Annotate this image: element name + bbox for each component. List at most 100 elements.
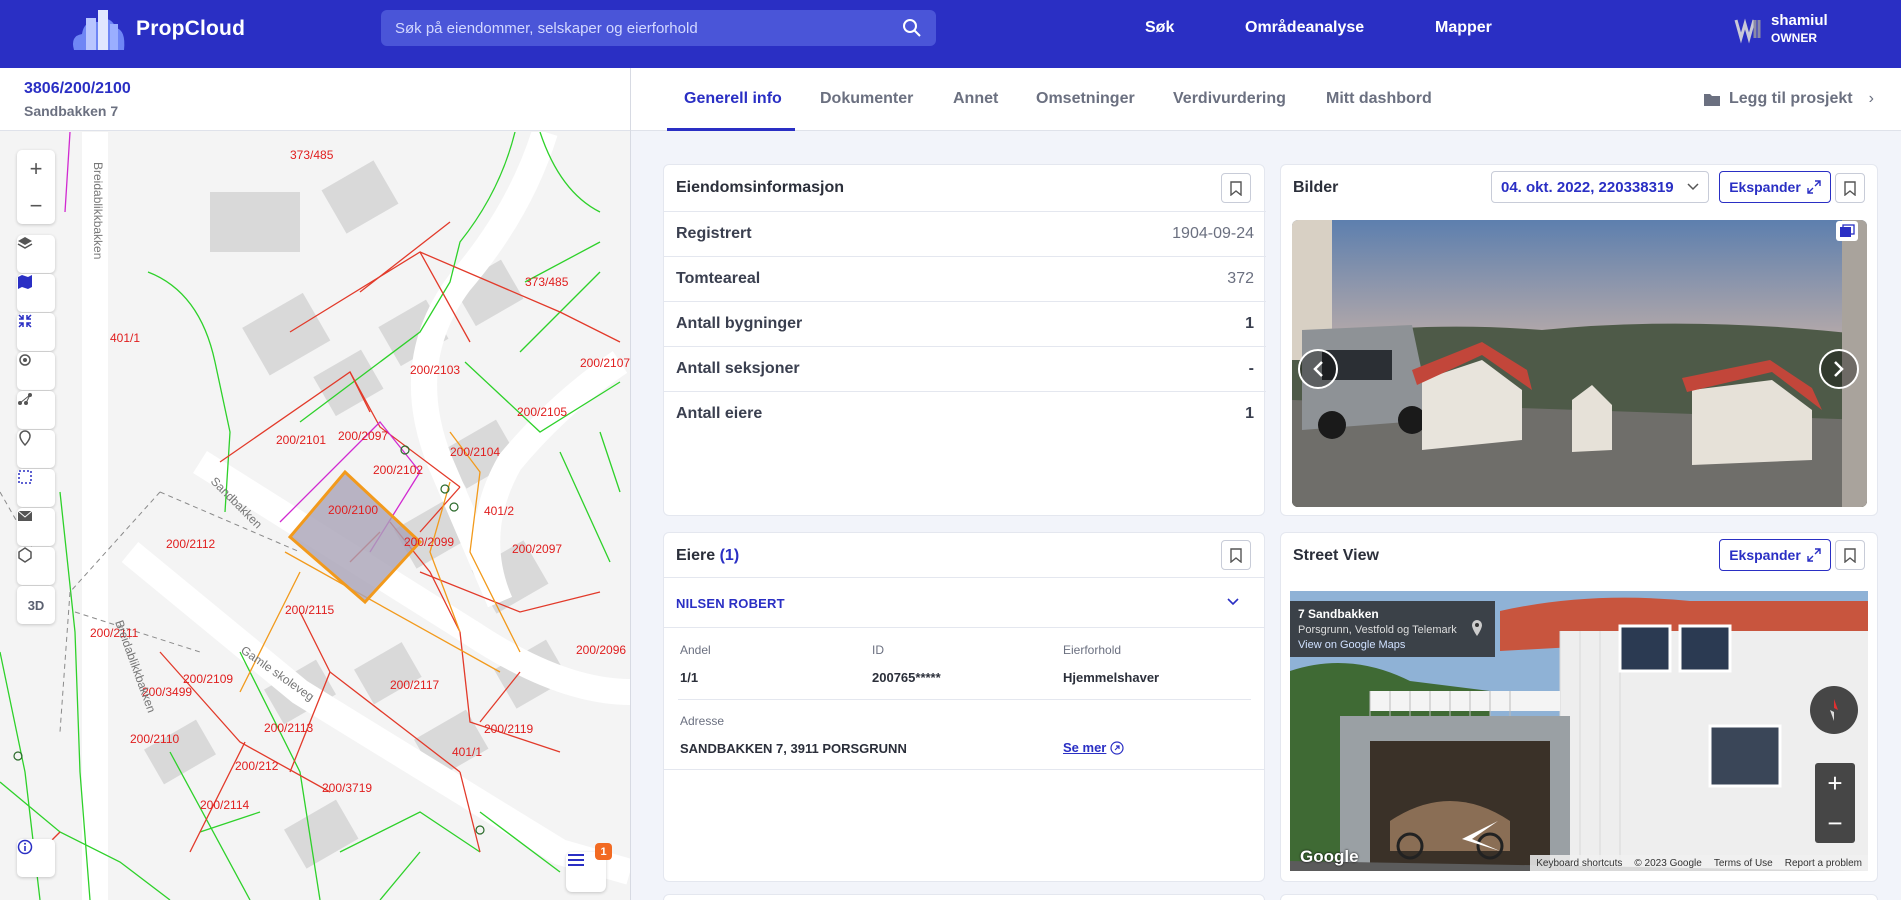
street-view-panorama[interactable]: 7 Sandbakken Porsgrunn, Vestfold og Tele… — [1290, 591, 1868, 871]
address-label: Adresse — [680, 714, 725, 728]
chevron-down-icon — [1687, 183, 1699, 191]
brand[interactable]: PropCloud — [70, 6, 245, 52]
map-canvas[interactable]: 373/485 373/485 401/1 200/2103 200/2107 … — [0, 132, 630, 900]
expand-icon — [1807, 180, 1821, 194]
pin-icon[interactable] — [17, 430, 55, 468]
report-problem-link[interactable]: Report a problem — [1785, 858, 1862, 869]
info-row: Antall eiere 1 — [664, 391, 1266, 436]
active-tab-indicator — [667, 128, 795, 131]
cadastral-map[interactable]: 373/485 373/485 401/1 200/2103 200/2107 … — [0, 132, 630, 900]
copyright-text: © 2023 Google — [1634, 857, 1702, 869]
tab-documents[interactable]: Dokumenter — [820, 90, 913, 108]
terms-link[interactable]: Terms of Use — [1714, 858, 1773, 869]
parcel-label: 200/2114 — [200, 798, 249, 812]
external-link-icon — [1110, 740, 1124, 755]
search-input[interactable] — [395, 19, 902, 37]
property-id: 3806/200/2100 — [24, 80, 131, 97]
parcel-label: 200/2117 — [390, 678, 439, 692]
zoom-out-icon[interactable]: − — [1815, 803, 1855, 843]
divider — [678, 699, 1251, 700]
polygon-icon[interactable] — [17, 547, 55, 585]
bookmark-icon[interactable] — [1835, 540, 1865, 570]
nav-area-analysis[interactable]: Områdeanalyse — [1245, 19, 1364, 37]
relation-label: Eierforhold — [1063, 643, 1122, 657]
measure-icon[interactable] — [17, 391, 55, 429]
see-more-label: Se mer — [1063, 740, 1107, 755]
owner-accordion-header[interactable]: NILSEN ROBERT — [663, 577, 1265, 627]
search-bar[interactable] — [381, 10, 936, 46]
info-row: Tomteareal 372 — [664, 256, 1266, 301]
zoom-in-icon[interactable]: + — [1815, 763, 1855, 803]
info-icon[interactable] — [17, 839, 55, 877]
info-label: Tomteareal — [676, 270, 761, 287]
tab-transactions[interactable]: Omsetninger — [1036, 90, 1135, 108]
zoom-out-icon[interactable]: − — [17, 187, 55, 224]
add-to-project-label: Legg til prosjekt — [1729, 90, 1853, 107]
property-info-card: Eiendomsinformasjon Registrert 1904-09-24… — [663, 164, 1266, 516]
bookmark-icon[interactable] — [1221, 540, 1251, 570]
next-image-button[interactable] — [1819, 349, 1859, 389]
search-icon[interactable] — [902, 18, 922, 38]
previous-image-button[interactable] — [1298, 349, 1338, 389]
owners-title-text: Eiere — [676, 547, 716, 564]
user-menu[interactable]: shamiul OWNER — [1733, 12, 1828, 45]
3d-button[interactable]: 3D — [17, 586, 55, 624]
locate-icon[interactable] — [17, 352, 55, 390]
bookmark-icon[interactable] — [1835, 173, 1865, 203]
parcel-label: 200/2119 — [484, 722, 533, 736]
id-value: 200765***** — [872, 670, 941, 685]
user-role: OWNER — [1771, 31, 1817, 45]
expand-street-view-button[interactable]: Ekspander — [1719, 539, 1831, 571]
chevron-right-icon — [1834, 361, 1844, 377]
view-on-google-maps-link[interactable]: View on Google Maps — [1298, 639, 1487, 651]
parcel-label: 373/485 — [290, 148, 334, 162]
parcel-label: 200/2097 — [512, 542, 562, 556]
next-card-left — [663, 894, 1265, 900]
property-header: 3806/200/2100 Sandbakken 7 — [0, 68, 630, 131]
map-icon[interactable] — [17, 274, 55, 312]
nav-search[interactable]: Søk — [1145, 19, 1174, 37]
nav-folders[interactable]: Mapper — [1435, 19, 1492, 37]
parcel-label: 200/2105 — [517, 405, 567, 419]
id-label: ID — [872, 643, 884, 657]
place-subtitle: Porsgrunn, Vestfold og Telemark — [1298, 624, 1457, 636]
tab-valuation[interactable]: Verdivurdering — [1173, 90, 1286, 108]
parcel-label: 373/485 — [525, 275, 569, 289]
keyboard-shortcuts-link[interactable]: Keyboard shortcuts — [1536, 858, 1622, 869]
tab-my-dashboard[interactable]: Mitt dashbord — [1326, 90, 1432, 108]
parcel-label: 401/1 — [452, 745, 482, 759]
expand-label: Ekspander — [1729, 179, 1801, 195]
info-row: Antall seksjoner - — [664, 346, 1266, 391]
tab-other[interactable]: Annet — [953, 90, 998, 108]
parcel-label: 200/2107 — [580, 356, 630, 370]
parcel-label: 200/2104 — [450, 445, 500, 459]
parcel-label: 401/2 — [484, 504, 514, 518]
see-more-link[interactable]: Se mer — [1063, 740, 1124, 755]
parcel-label: 200/2103 — [410, 363, 460, 377]
property-photo[interactable] — [1292, 220, 1867, 507]
tab-general-info[interactable]: Generell info — [684, 90, 782, 108]
expand-images-button[interactable]: Ekspander — [1719, 171, 1831, 203]
location-pin-icon[interactable] — [1470, 619, 1484, 637]
parcel-label: 401/1 — [110, 331, 140, 345]
top-bar: PropCloud Søk Områdeanalyse Mapper shami… — [0, 0, 1901, 68]
info-label: Registrert — [676, 225, 752, 242]
draw-area-icon[interactable] — [17, 469, 55, 507]
list-icon — [568, 854, 584, 866]
bookmark-icon[interactable] — [1221, 173, 1251, 203]
parcel-label: 200/3719 — [322, 781, 372, 795]
info-row: Antall bygninger 1 — [664, 301, 1266, 346]
collapse-icon[interactable] — [17, 313, 55, 351]
zoom-in-icon[interactable]: + — [17, 150, 55, 187]
parcel-label: 200/2110 — [130, 732, 179, 746]
zoom-controls: + − — [17, 150, 55, 224]
add-to-project-button[interactable]: Legg til prosjekt › — [1703, 90, 1874, 108]
compass-icon[interactable] — [1810, 686, 1858, 734]
gallery-icon[interactable] — [1836, 221, 1858, 241]
google-logo: Google — [1300, 847, 1359, 866]
parcel-label: 200/2113 — [264, 721, 313, 735]
image-date-select[interactable]: 04. okt. 2022, 220338319 — [1491, 171, 1709, 203]
expand-label: Ekspander — [1729, 547, 1801, 563]
mail-icon[interactable] — [17, 508, 55, 546]
layers-icon[interactable] — [17, 235, 55, 273]
